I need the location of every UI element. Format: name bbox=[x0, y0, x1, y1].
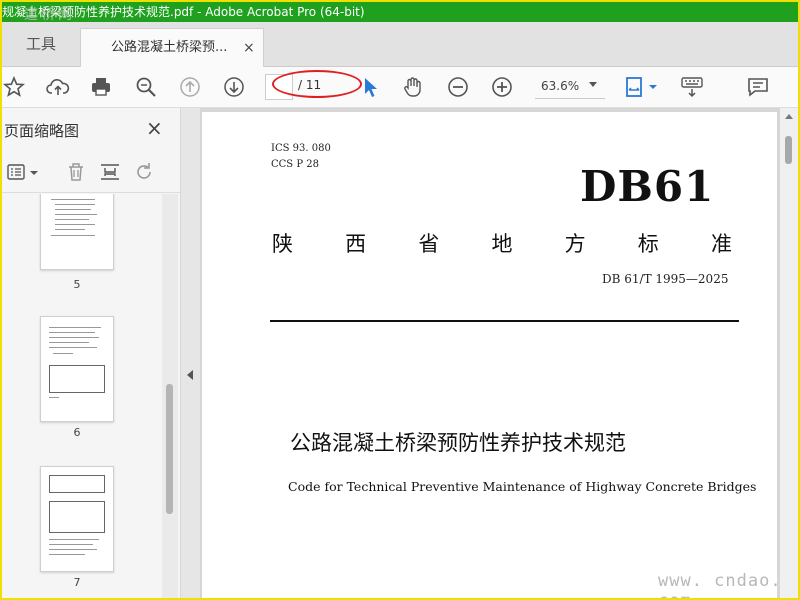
heading-char: 地 bbox=[491, 232, 513, 256]
sidebar-collapse-handle[interactable] bbox=[181, 108, 200, 598]
document-scrollbar[interactable] bbox=[780, 108, 798, 598]
thumbnail-label-5: 5 bbox=[73, 278, 81, 291]
red-highlight-ellipse bbox=[272, 70, 362, 98]
thumbnail-page-7[interactable] bbox=[40, 466, 114, 572]
select-arrow-icon[interactable] bbox=[358, 75, 382, 99]
ics-code: ICS 93. 080 bbox=[271, 143, 331, 154]
heading-char: 方 bbox=[564, 232, 586, 256]
zoom-out-icon[interactable] bbox=[446, 75, 470, 99]
chevron-left-icon bbox=[187, 370, 193, 380]
pdf-page: ICS 93. 080 CCS P 28 DB61 陕 西 省 地 方 标 准 … bbox=[202, 112, 777, 598]
sidebar-toolbar bbox=[2, 152, 180, 193]
watermark-logo-text: 道桥网 bbox=[24, 7, 75, 23]
heading-char: 准 bbox=[710, 232, 732, 256]
main-toolbar: / 11 63.6% bbox=[2, 67, 798, 108]
page-down-icon[interactable] bbox=[222, 75, 246, 99]
sidebar-title: 页面缩略图 bbox=[4, 122, 80, 140]
document-title-zh: 公路混凝土桥梁预防性养护技术规范 bbox=[290, 431, 626, 455]
sidebar-close-icon[interactable]: × bbox=[146, 116, 163, 140]
comment-icon[interactable] bbox=[746, 75, 770, 99]
tab-tools[interactable]: 工具 bbox=[2, 22, 80, 66]
fit-page-icon[interactable] bbox=[624, 75, 660, 99]
title-bar: 规凝土桥梁预防性养护技术规范.pdf - Adobe Acrobat Pro (… bbox=[2, 2, 798, 22]
tab-document-label: 公路混凝土桥梁预... bbox=[111, 40, 228, 55]
document-title-en: Code for Technical Preventive Maintenanc… bbox=[288, 479, 757, 494]
thumbnail-label-7: 7 bbox=[73, 576, 81, 589]
standard-code: DB61 bbox=[580, 162, 715, 211]
thumbnail-page-6[interactable] bbox=[40, 316, 114, 422]
sidebar-header: 页面缩略图 × bbox=[2, 108, 180, 150]
chevron-down-icon bbox=[589, 82, 597, 87]
sidebar-scrollbar[interactable] bbox=[162, 194, 178, 598]
thumbnail-page-5[interactable] bbox=[40, 194, 114, 270]
keyboard-icon[interactable] bbox=[680, 75, 704, 99]
page-up-icon[interactable] bbox=[178, 75, 202, 99]
heading-char: 省 bbox=[418, 232, 440, 256]
ccs-code: CCS P 28 bbox=[271, 159, 319, 170]
zoom-search-icon[interactable] bbox=[134, 75, 158, 99]
zoom-value: 63.6% bbox=[541, 79, 580, 93]
zoom-in-icon[interactable] bbox=[490, 75, 514, 99]
trash-icon[interactable] bbox=[64, 160, 88, 184]
scroll-up-icon[interactable] bbox=[785, 114, 793, 119]
insert-page-icon[interactable] bbox=[98, 160, 122, 184]
heading-char: 陕 bbox=[272, 232, 293, 256]
document-view: ICS 93. 080 CCS P 28 DB61 陕 西 省 地 方 标 准 … bbox=[200, 108, 798, 598]
print-icon[interactable] bbox=[89, 75, 113, 99]
thumbnail-options-icon[interactable] bbox=[6, 160, 42, 184]
heading-char: 标 bbox=[637, 232, 659, 256]
divider bbox=[270, 320, 739, 322]
zoom-dropdown[interactable]: 63.6% bbox=[535, 74, 605, 99]
app-window: 规凝土桥梁预防性养护技术规范.pdf - Adobe Acrobat Pro (… bbox=[0, 0, 800, 600]
tab-bar: 工具 公路混凝土桥梁预... × bbox=[2, 22, 798, 67]
document-scrollbar-thumb[interactable] bbox=[785, 136, 792, 164]
rotate-icon[interactable] bbox=[132, 160, 156, 184]
star-icon[interactable] bbox=[2, 75, 26, 99]
tab-close-icon[interactable]: × bbox=[243, 29, 255, 67]
watermark-url: www. cndao. com bbox=[658, 571, 782, 598]
thumbnail-list: 5 6 7 bbox=[2, 194, 164, 598]
standard-number: DB 61/T 1995—2025 bbox=[602, 272, 729, 286]
province-standard-heading: 陕 西 省 地 方 标 准 bbox=[272, 228, 732, 258]
sidebar-scrollbar-thumb[interactable] bbox=[166, 384, 173, 514]
thumbnail-sidebar: 页面缩略图 × 5 6 7 bbox=[2, 108, 181, 598]
thumbnail-label-6: 6 bbox=[73, 426, 81, 439]
cloud-upload-icon[interactable] bbox=[46, 75, 70, 99]
hand-icon[interactable] bbox=[401, 75, 425, 99]
heading-char: 西 bbox=[345, 232, 367, 256]
tab-document[interactable]: 公路混凝土桥梁预... × bbox=[80, 28, 264, 67]
